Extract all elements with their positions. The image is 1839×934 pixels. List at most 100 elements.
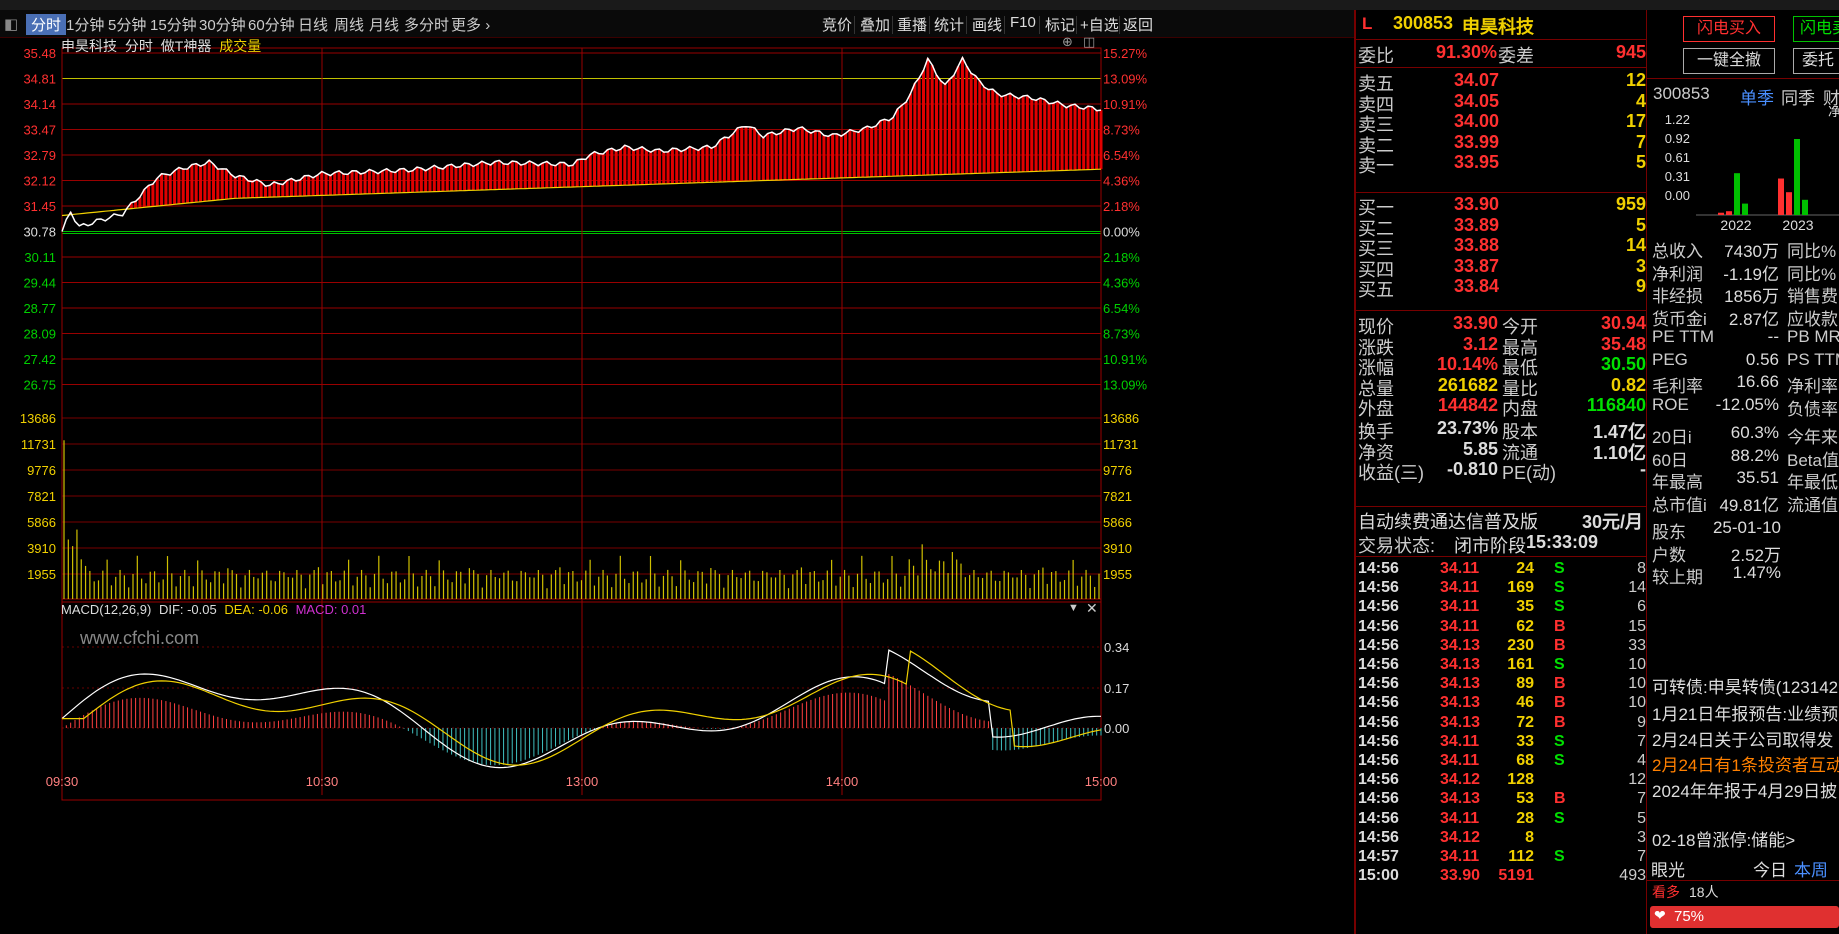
trade-time: 14:56 <box>1358 656 1399 673</box>
trade-volume: 46 <box>1516 694 1534 712</box>
stock-flag: L <box>1362 14 1373 33</box>
news-item[interactable]: 2024年年报于4月29日披 <box>1652 777 1839 802</box>
ask-row[interactable]: 卖一 33.95 5 <box>1356 152 1646 176</box>
settings-circle-icon[interactable]: ⊕ <box>1062 34 1073 50</box>
trade-count: 10 <box>1628 694 1646 712</box>
quote-label: 收益(三) <box>1358 463 1424 483</box>
fin-value: 16.66 <box>1736 372 1779 391</box>
trade-time: 14:56 <box>1358 675 1399 693</box>
fin-right-label: 今年来 <box>1787 428 1838 447</box>
back-button[interactable]: 返回 <box>1123 14 1153 35</box>
trade-volume: 112 <box>1508 848 1534 865</box>
trade-volume: 8 <box>1525 828 1534 846</box>
trade-status-value: 闭市阶段 <box>1454 536 1526 556</box>
stock-title-bar: L 300853 申昊科技 <box>1356 10 1646 40</box>
pct-tick-label: 10.91% <box>1103 97 1148 112</box>
stats-button[interactable]: 统计 <box>934 14 964 35</box>
auction-button[interactable]: 竞价 <box>822 14 852 35</box>
macd-tick-label: 0.00 <box>1104 721 1129 736</box>
window-toggle-icon[interactable]: ◫ <box>1083 34 1095 50</box>
top-strip <box>0 0 1839 10</box>
macd-tick-label: 0.34 <box>1104 640 1129 655</box>
fin-label: 年最高 <box>1652 473 1703 492</box>
trade-count: 8 <box>1637 560 1646 577</box>
fin-label: 总市值i <box>1652 495 1707 515</box>
trade-side: S <box>1554 598 1565 616</box>
tab-30min[interactable]: 30分钟 <box>199 14 246 35</box>
tab-15min[interactable]: 15分钟 <box>150 14 197 35</box>
news-item[interactable]: 2月24日关于公司取得发 <box>1652 726 1839 751</box>
chart-header: 申昊科技 分时 做T神器 成交量 <box>61 36 261 56</box>
tab-daily[interactable]: 日线 <box>298 14 328 35</box>
chart-tool[interactable]: 做T神器 <box>161 38 212 54</box>
trade-count: 493 <box>1619 867 1646 885</box>
tab-60min[interactable]: 60分钟 <box>248 14 295 35</box>
replay-button[interactable]: 重播 <box>897 14 927 35</box>
trade-status-time: 15:33:09 <box>1526 532 1599 552</box>
mark-button[interactable]: 标记 <box>1045 14 1075 35</box>
trade-price: 34.11 <box>1440 598 1480 616</box>
trade-side: S <box>1554 809 1565 827</box>
draw-button[interactable]: 画线 <box>972 14 1002 35</box>
news-item[interactable]: 02-18曾涨停:储能> <box>1652 826 1839 851</box>
overlay-button[interactable]: 叠加 <box>860 14 890 35</box>
pct-tick-label: 0.00% <box>1103 225 1140 240</box>
price-tick-label: 35.48 <box>23 46 56 61</box>
trade-price: 34.11 <box>1440 809 1480 827</box>
trade-volume: 68 <box>1516 752 1534 769</box>
entrust-button[interactable]: 委托 <box>1793 48 1839 74</box>
fin-label: 户数 <box>1652 545 1686 565</box>
trade-count: 6 <box>1637 598 1646 616</box>
tab-multi-intraday[interactable]: 多分时 <box>404 14 449 35</box>
fin-y-label: 0.92 <box>1665 131 1690 146</box>
price-tick-label: 29.44 <box>23 276 56 291</box>
tab-5min[interactable]: 5分钟 <box>108 14 146 35</box>
price-tick-label: 30.11 <box>24 250 56 265</box>
pct-tick-label: 2.18% <box>1103 199 1140 214</box>
tab-intraday[interactable]: 分时 <box>26 14 67 35</box>
fin-chart-extra: 净 <box>1828 106 1839 119</box>
volume-tick-label: 3910 <box>27 541 56 556</box>
tab-weekly[interactable]: 周线 <box>334 14 364 35</box>
trade-side: S <box>1554 656 1565 673</box>
eyelight-week[interactable]: 本周 <box>1794 856 1839 881</box>
fin-right-label: 负债率 <box>1787 399 1838 419</box>
f10-button[interactable]: F10 <box>1010 14 1036 31</box>
price-tick-label: 30.78 <box>23 225 56 240</box>
bid-label: 买五 <box>1358 280 1394 300</box>
fin-label: PEG <box>1652 349 1688 369</box>
fin-right-label: 年最低 <box>1787 473 1838 492</box>
volume-tick-label: 1955 <box>27 567 56 582</box>
add-watchlist-button[interactable]: +自选 <box>1080 14 1119 35</box>
macd-header: MACD(12,26,9) DIF: -0.05 DEA: -0.06 MACD… <box>61 602 366 617</box>
flash-sell-button[interactable]: 闪电卖 <box>1793 16 1839 42</box>
fin-y-label: 1.22 <box>1665 112 1690 127</box>
trade-count: 15 <box>1628 617 1646 635</box>
close-icon[interactable]: ✕ <box>1086 600 1098 617</box>
news-item[interactable]: 可转债:申昊转债(123142 <box>1652 673 1839 698</box>
trade-volume: 62 <box>1516 617 1534 635</box>
trade-row[interactable]: 15:00 33.90 5191 493 <box>1356 867 1646 889</box>
tab-monthly[interactable]: 月线 <box>369 14 399 35</box>
bid-row[interactable]: 买五 33.84 9 <box>1356 276 1646 300</box>
trade-count: 10 <box>1628 675 1646 693</box>
tab-more[interactable]: 更多 › <box>451 14 490 35</box>
fin-label: 货币金i <box>1652 309 1707 329</box>
price-tick-label: 27.42 <box>23 352 56 367</box>
volume-tick-label-right: 3910 <box>1103 541 1132 556</box>
dropdown-icon[interactable]: ▼ <box>1068 602 1079 614</box>
news-item[interactable]: 2月24日有1条投资者互动 <box>1652 751 1839 776</box>
flash-buy-button[interactable]: 闪电买入 <box>1683 16 1775 42</box>
price-tick-label: 28.77 <box>23 301 56 316</box>
promo-price[interactable]: 30元/月 <box>1582 508 1643 534</box>
intraday-chart-area[interactable]: 35.48 15.27% 34.81 13.09% 34.14 10.91% 33.47 8.… <box>0 34 1154 934</box>
panel-toggle-icon[interactable]: ◧ <box>4 15 18 33</box>
tab-1min[interactable]: 1分钟 <box>66 14 104 35</box>
promo-text[interactable]: 自动续费通达信普及版 <box>1358 508 1538 534</box>
eyelight-bar: ❤ 75% <box>1650 906 1839 928</box>
trade-side: B <box>1554 675 1566 693</box>
cancel-all-button[interactable]: 一键全撤 <box>1683 48 1775 74</box>
pct-tick-label: 4.36% <box>1103 276 1140 291</box>
news-item[interactable]: 1月21日年报预告:业绩预 <box>1652 700 1839 725</box>
promo-row[interactable]: 自动续费通达信普及版 30元/月 <box>1356 508 1646 534</box>
